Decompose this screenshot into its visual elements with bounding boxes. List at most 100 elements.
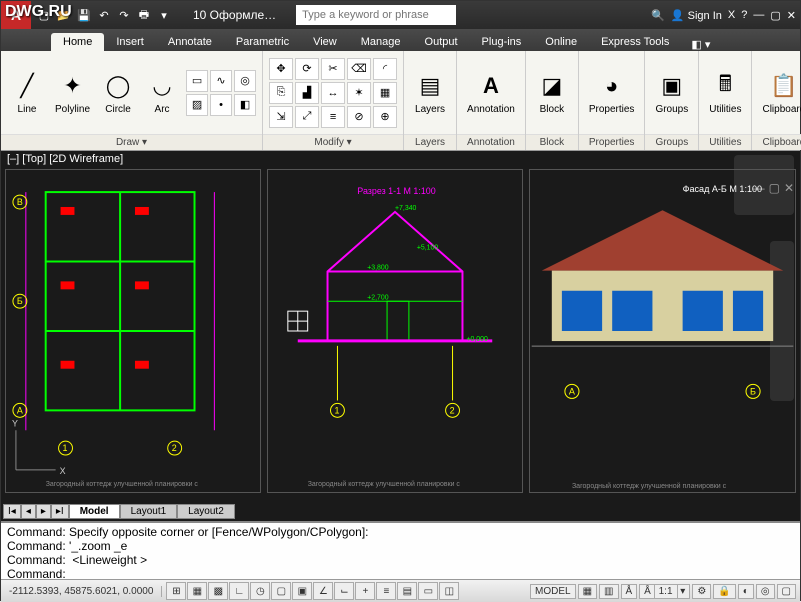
arc-button[interactable]: ◡Arc (142, 68, 182, 117)
block-button[interactable]: ◪Block (532, 68, 572, 117)
annotation-button[interactable]: AAnnotation (463, 68, 519, 117)
qat-print-icon[interactable]: 🖶 (135, 6, 153, 24)
qat-new-icon[interactable]: ▢ (35, 6, 53, 24)
tab-insert[interactable]: Insert (104, 33, 156, 51)
status-coords[interactable]: -2112.5393, 45875.6021, 0.0000 (1, 586, 162, 597)
tpy-icon[interactable]: ▤ (397, 582, 417, 600)
panel-draw-label[interactable]: Draw ▾ (1, 134, 262, 150)
erase-icon[interactable]: ⌫ (347, 58, 371, 80)
model-space-button[interactable]: MODEL (530, 584, 576, 599)
minimize-button[interactable]: — (753, 9, 764, 21)
help-icon[interactable]: ? (741, 9, 747, 21)
extend-icon[interactable]: ↔ (321, 82, 345, 104)
line-button[interactable]: ╱Line (7, 68, 47, 117)
tab-plugins[interactable]: Plug-ins (470, 33, 534, 51)
infer-icon[interactable]: ⊞ (166, 582, 186, 600)
move-icon[interactable]: ✥ (269, 58, 293, 80)
fillet-icon[interactable]: ◜ (373, 58, 397, 80)
tab-parametric[interactable]: Parametric (224, 33, 301, 51)
rect-icon[interactable]: ▭ (186, 70, 208, 92)
tab-manage[interactable]: Manage (349, 33, 413, 51)
break-icon[interactable]: ⊘ (347, 106, 371, 128)
ellipse-icon[interactable]: ◎ (234, 70, 256, 92)
array-icon[interactable]: ▦ (373, 82, 397, 104)
copy-icon[interactable]: ⎘ (269, 82, 293, 104)
rotate-icon[interactable]: ⟳ (295, 58, 319, 80)
layout-tab-2[interactable]: Layout2 (177, 504, 235, 519)
groups-button[interactable]: ▣Groups (651, 68, 692, 117)
search-input[interactable] (296, 5, 456, 25)
exchange-icon[interactable]: X (728, 9, 735, 21)
clipboard-button[interactable]: 📋Clipboard (758, 68, 801, 117)
close-button[interactable]: ✕ (787, 9, 796, 22)
region-icon[interactable]: ◧ (234, 94, 256, 116)
clean-screen-icon[interactable]: ▢ (777, 584, 796, 599)
tab-view[interactable]: View (301, 33, 349, 51)
layout-last-icon[interactable]: ▸I (51, 504, 69, 519)
qat-dropdown-icon[interactable]: ▾ (155, 6, 173, 24)
offset-icon[interactable]: ≡ (321, 106, 345, 128)
viewport-header[interactable]: [–] [Top] [2D Wireframe] (7, 153, 123, 165)
layout-first-icon[interactable]: I◂ (3, 504, 21, 519)
tab-output[interactable]: Output (413, 33, 470, 51)
command-window[interactable]: Command: Specify opposite corner or [Fen… (1, 521, 800, 579)
scale-button[interactable]: Å 1:1 ▾ (639, 584, 690, 599)
isolate-icon[interactable]: ◎ (756, 584, 775, 599)
tab-annotate[interactable]: Annotate (156, 33, 224, 51)
lwt-icon[interactable]: ≡ (376, 582, 396, 600)
qat-redo-icon[interactable]: ↷ (115, 6, 133, 24)
spline-icon[interactable]: ∿ (210, 70, 232, 92)
ortho-icon[interactable]: ∟ (229, 582, 249, 600)
properties-button[interactable]: ◕Properties (585, 68, 639, 117)
sc-icon[interactable]: ◫ (439, 582, 459, 600)
explode-icon[interactable]: ✶ (347, 82, 371, 104)
layout-prev-icon[interactable]: ◂ (21, 504, 36, 519)
viewport-section[interactable]: Разрез 1-1 М 1:100 +7,340 +5,100 +3,800 … (267, 169, 523, 493)
polyline-button[interactable]: ✦Polyline (51, 68, 94, 117)
panel-modify-label[interactable]: Modify ▾ (263, 134, 403, 150)
point-icon[interactable]: • (210, 94, 232, 116)
scale-icon[interactable]: ⤢ (295, 106, 319, 128)
trim-icon[interactable]: ✂ (321, 58, 345, 80)
status-grid2-icon[interactable]: ▦ (578, 584, 597, 599)
join-icon[interactable]: ⊕ (373, 106, 397, 128)
qat-open-icon[interactable]: 📂 (55, 6, 73, 24)
3dosnap-icon[interactable]: ▣ (292, 582, 312, 600)
status-layout-icon[interactable]: ▥ (599, 584, 618, 599)
signin-button[interactable]: 👤 Sign In (671, 9, 722, 22)
osnap-icon[interactable]: ▢ (271, 582, 291, 600)
lock-icon[interactable]: 🔒 (713, 584, 735, 599)
utilities-button[interactable]: 🖩Utilities (705, 68, 745, 117)
workspace-icon[interactable]: ⚙ (692, 584, 711, 599)
polar-icon[interactable]: ◷ (250, 582, 270, 600)
tab-home[interactable]: Home (51, 33, 104, 51)
anno-scale-icon[interactable]: Å (621, 584, 638, 599)
qat-undo-icon[interactable]: ↶ (95, 6, 113, 24)
grid-icon[interactable]: ▩ (208, 582, 228, 600)
dyn-icon[interactable]: + (355, 582, 375, 600)
layers-button[interactable]: ▤Layers (410, 68, 450, 117)
circle-button[interactable]: ◯Circle (98, 68, 138, 117)
ducs-icon[interactable]: ⌙ (334, 582, 354, 600)
app-logo[interactable]: A (1, 1, 31, 29)
layout-tab-model[interactable]: Model (69, 504, 120, 519)
stretch-icon[interactable]: ⇲ (269, 106, 293, 128)
drawing-area[interactable]: [–] [Top] [2D Wireframe] — ▢ ✕ В Б А 1 (1, 151, 800, 521)
snap-icon[interactable]: ▦ (187, 582, 207, 600)
hatch-icon[interactable]: ▨ (186, 94, 208, 116)
qp-icon[interactable]: ▭ (418, 582, 438, 600)
viewport-facade[interactable]: Фасад А-Б М 1:100 А Б Загородный коттедж… (529, 169, 796, 493)
layout-next-icon[interactable]: ▸ (36, 504, 51, 519)
viewport-plan[interactable]: В Б А 1 2 Y X Загородный коттедж улучшен… (5, 169, 261, 493)
search-icon[interactable]: 🔍 (651, 9, 665, 22)
ribbon-options-icon[interactable]: ◧ ▾ (691, 38, 710, 51)
otrack-icon[interactable]: ∠ (313, 582, 333, 600)
cmd-prompt[interactable]: Command: (7, 567, 794, 579)
tab-express[interactable]: Express Tools (589, 33, 681, 51)
maximize-button[interactable]: ▢ (770, 9, 780, 22)
layout-tab-1[interactable]: Layout1 (120, 504, 178, 519)
tab-online[interactable]: Online (533, 33, 589, 51)
qat-save-icon[interactable]: 💾 (75, 6, 93, 24)
hardware-icon[interactable]: ◐ (738, 584, 754, 599)
mirror-icon[interactable]: ▟ (295, 82, 319, 104)
